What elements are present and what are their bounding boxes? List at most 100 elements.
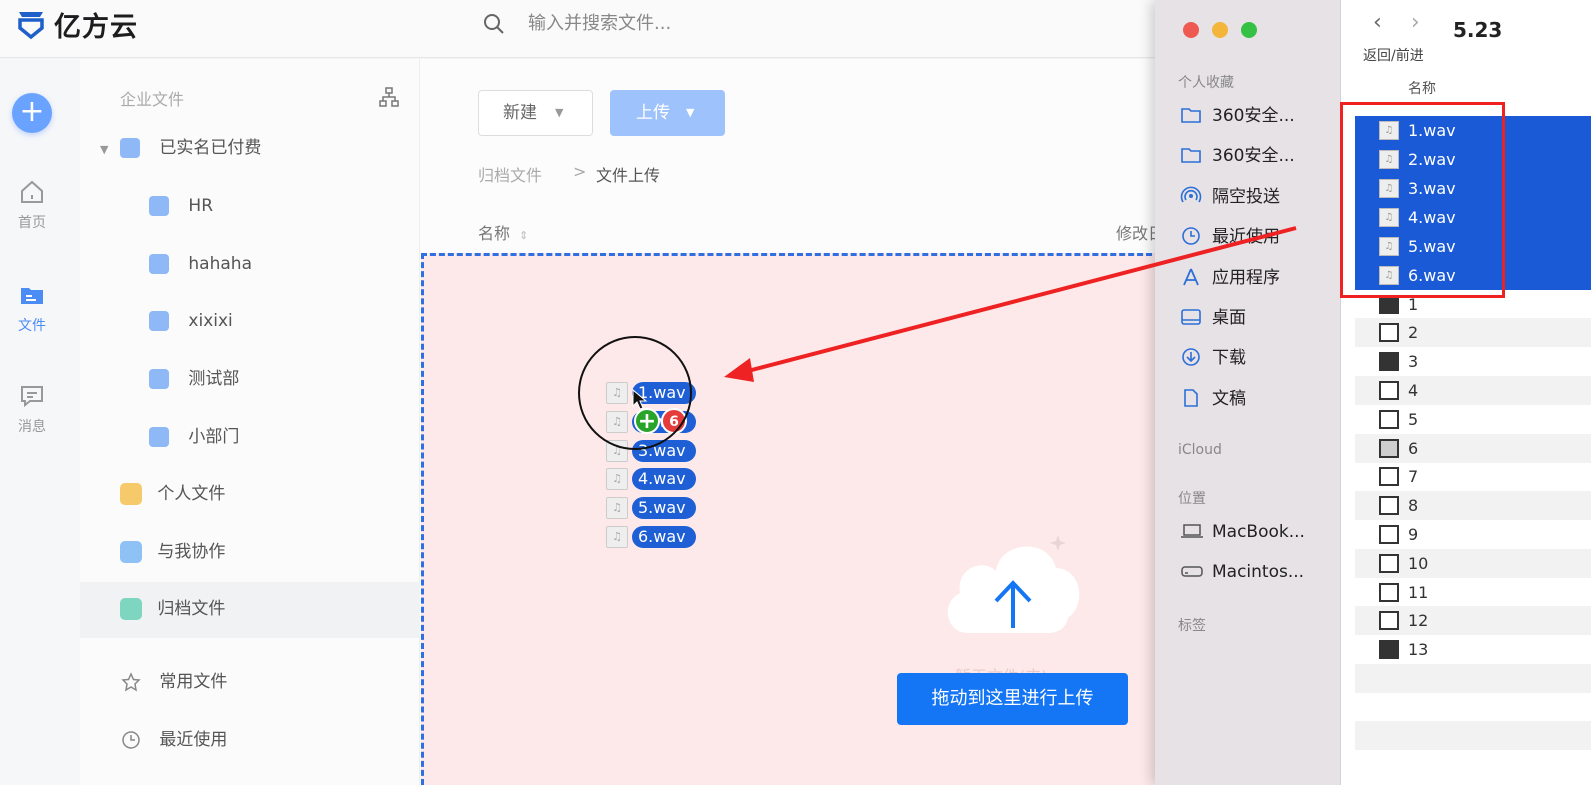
annotation-arrow — [724, 226, 1297, 382]
finder-file-row[interactable]: 5 — [1355, 405, 1591, 434]
finder-file-name: 11 — [1408, 583, 1429, 602]
finder-nav-label: 返回/前进 — [1363, 48, 1424, 64]
finder-sidebar-label: 文稿 — [1212, 389, 1246, 409]
image-file-icon — [1379, 525, 1399, 544]
rail-home-label: 首页 — [18, 215, 46, 231]
finder-file-name: 10 — [1408, 554, 1429, 573]
tree-root[interactable]: 已实名已付费 — [120, 135, 261, 161]
finder-file-row[interactable]: 10 — [1355, 549, 1591, 578]
close-window-button[interactable] — [1183, 22, 1199, 38]
image-file-icon — [1379, 611, 1399, 630]
department-icon — [149, 254, 169, 274]
finder-icloud-header: iCloud — [1178, 442, 1222, 458]
tree-dept-hahaha[interactable]: hahaha — [149, 251, 252, 277]
finder-file-row[interactable]: 13 — [1355, 635, 1591, 664]
finder-file-name: 7 — [1408, 467, 1419, 486]
finder-file-row[interactable]: 6 — [1355, 434, 1591, 463]
collapse-arrow-icon[interactable]: ▼ — [100, 143, 108, 156]
tree-header: 企业文件 — [120, 90, 185, 109]
image-file-icon — [1379, 496, 1399, 515]
finder-empty-row — [1355, 721, 1591, 750]
column-name-label: 名称 — [478, 224, 511, 243]
finder-nav: ‹ › — [1373, 10, 1420, 35]
tree-dept-label: 小部门 — [188, 427, 240, 447]
folder-icon — [21, 288, 43, 304]
audio-file-icon: ♫ — [606, 526, 628, 548]
caret-down-icon: ▼ — [686, 106, 695, 119]
rail-files[interactable]: 文件 — [0, 281, 64, 335]
create-button[interactable]: + — [12, 93, 52, 133]
rail-messages[interactable]: 消息 — [0, 382, 64, 436]
audio-file-icon: ♫ — [606, 497, 628, 519]
finder-file-row[interactable]: 3 — [1355, 347, 1591, 376]
tree-recent[interactable]: 最近使用 — [120, 727, 227, 753]
finder-file-name: 6 — [1408, 439, 1419, 458]
tree-favorites[interactable]: 常用文件 — [120, 669, 227, 695]
laptop-icon — [1181, 524, 1203, 538]
tree-shared[interactable]: 与我协作 — [120, 539, 225, 565]
finder-file-row[interactable]: 7 — [1355, 462, 1591, 491]
tree-dept-label: xixixi — [188, 311, 233, 331]
finder-file-row[interactable]: 2 — [1355, 318, 1591, 347]
drag-upload-button[interactable]: 拖动到这里进行上传 — [897, 673, 1128, 725]
clock-icon — [122, 731, 140, 749]
tree-dept-small[interactable]: 小部门 — [149, 424, 239, 450]
tree-dept-hr[interactable]: HR — [149, 193, 213, 219]
finder-file-name: 9 — [1408, 525, 1419, 544]
new-button[interactable]: 新建 ▼ — [478, 90, 593, 136]
column-name[interactable]: 名称 ⇕ — [478, 220, 528, 244]
breadcrumb-root[interactable]: 归档文件 — [478, 162, 542, 186]
image-file-icon — [1379, 323, 1399, 342]
rail-messages-label: 消息 — [18, 419, 46, 435]
zoom-window-button[interactable] — [1241, 22, 1257, 38]
breadcrumb-separator: > — [573, 162, 587, 181]
finder-tags-header: 标签 — [1178, 618, 1206, 634]
tree-archive[interactable]: 归档文件 — [120, 596, 225, 622]
department-icon — [149, 369, 169, 389]
drag-item-label: 6.wav — [632, 526, 696, 548]
org-chart-icon[interactable] — [378, 86, 400, 108]
finder-column-name[interactable]: 名称 — [1408, 78, 1436, 98]
caret-down-icon: ▼ — [555, 106, 564, 119]
drag-item-label: 4.wav — [632, 468, 696, 490]
finder-file-name: 5 — [1408, 410, 1419, 429]
finder-locations-header: 位置 — [1178, 491, 1206, 507]
minimize-window-button[interactable] — [1212, 22, 1228, 38]
tree-personal[interactable]: 个人文件 — [120, 481, 225, 507]
selection-annotation-box — [1340, 102, 1505, 298]
finder-file-row[interactable]: 8 — [1355, 491, 1591, 520]
upload-button[interactable]: 上传 ▼ — [610, 90, 725, 136]
image-file-icon — [1379, 554, 1399, 573]
finder-title: 5.23 — [1453, 18, 1503, 42]
finder-file-row[interactable]: 11 — [1355, 578, 1591, 607]
tree-dept-label: HR — [188, 196, 214, 216]
upload-button-label: 上传 — [636, 103, 670, 123]
finder-file-row[interactable]: 9 — [1355, 520, 1591, 549]
forward-arrow-icon[interactable]: › — [1411, 10, 1420, 35]
rail-home[interactable]: 首页 — [0, 178, 64, 232]
finder-file-name: 2 — [1408, 323, 1419, 342]
back-arrow-icon[interactable]: ‹ — [1373, 10, 1382, 35]
department-icon — [149, 311, 169, 331]
search-icon[interactable] — [482, 12, 506, 36]
finder-file-row[interactable]: 4 — [1355, 376, 1591, 405]
tree-dept-xixixi[interactable]: xixixi — [149, 308, 233, 334]
tree-dept-test[interactable]: 测试部 — [149, 366, 239, 392]
finder-sidebar-label: 360安全... — [1212, 106, 1295, 126]
airdrop-icon — [1180, 186, 1202, 203]
department-icon — [149, 196, 169, 216]
tree-archive-label: 归档文件 — [157, 599, 226, 619]
sort-icon: ⇕ — [519, 229, 529, 242]
logo-icon — [18, 12, 44, 40]
department-icon — [120, 138, 140, 158]
tree-root-label: 已实名已付费 — [159, 138, 262, 158]
document-icon — [1184, 389, 1198, 407]
image-file-icon — [1379, 467, 1399, 486]
finder-file-row[interactable]: 12 — [1355, 606, 1591, 635]
finder-file-name: 4 — [1408, 381, 1419, 400]
mouse-pointer-icon — [632, 389, 648, 410]
image-file-icon — [1379, 410, 1399, 429]
image-file-icon — [1379, 583, 1399, 602]
search-input[interactable]: 输入并搜索文件... — [528, 9, 671, 35]
rail-files-label: 文件 — [18, 318, 46, 334]
